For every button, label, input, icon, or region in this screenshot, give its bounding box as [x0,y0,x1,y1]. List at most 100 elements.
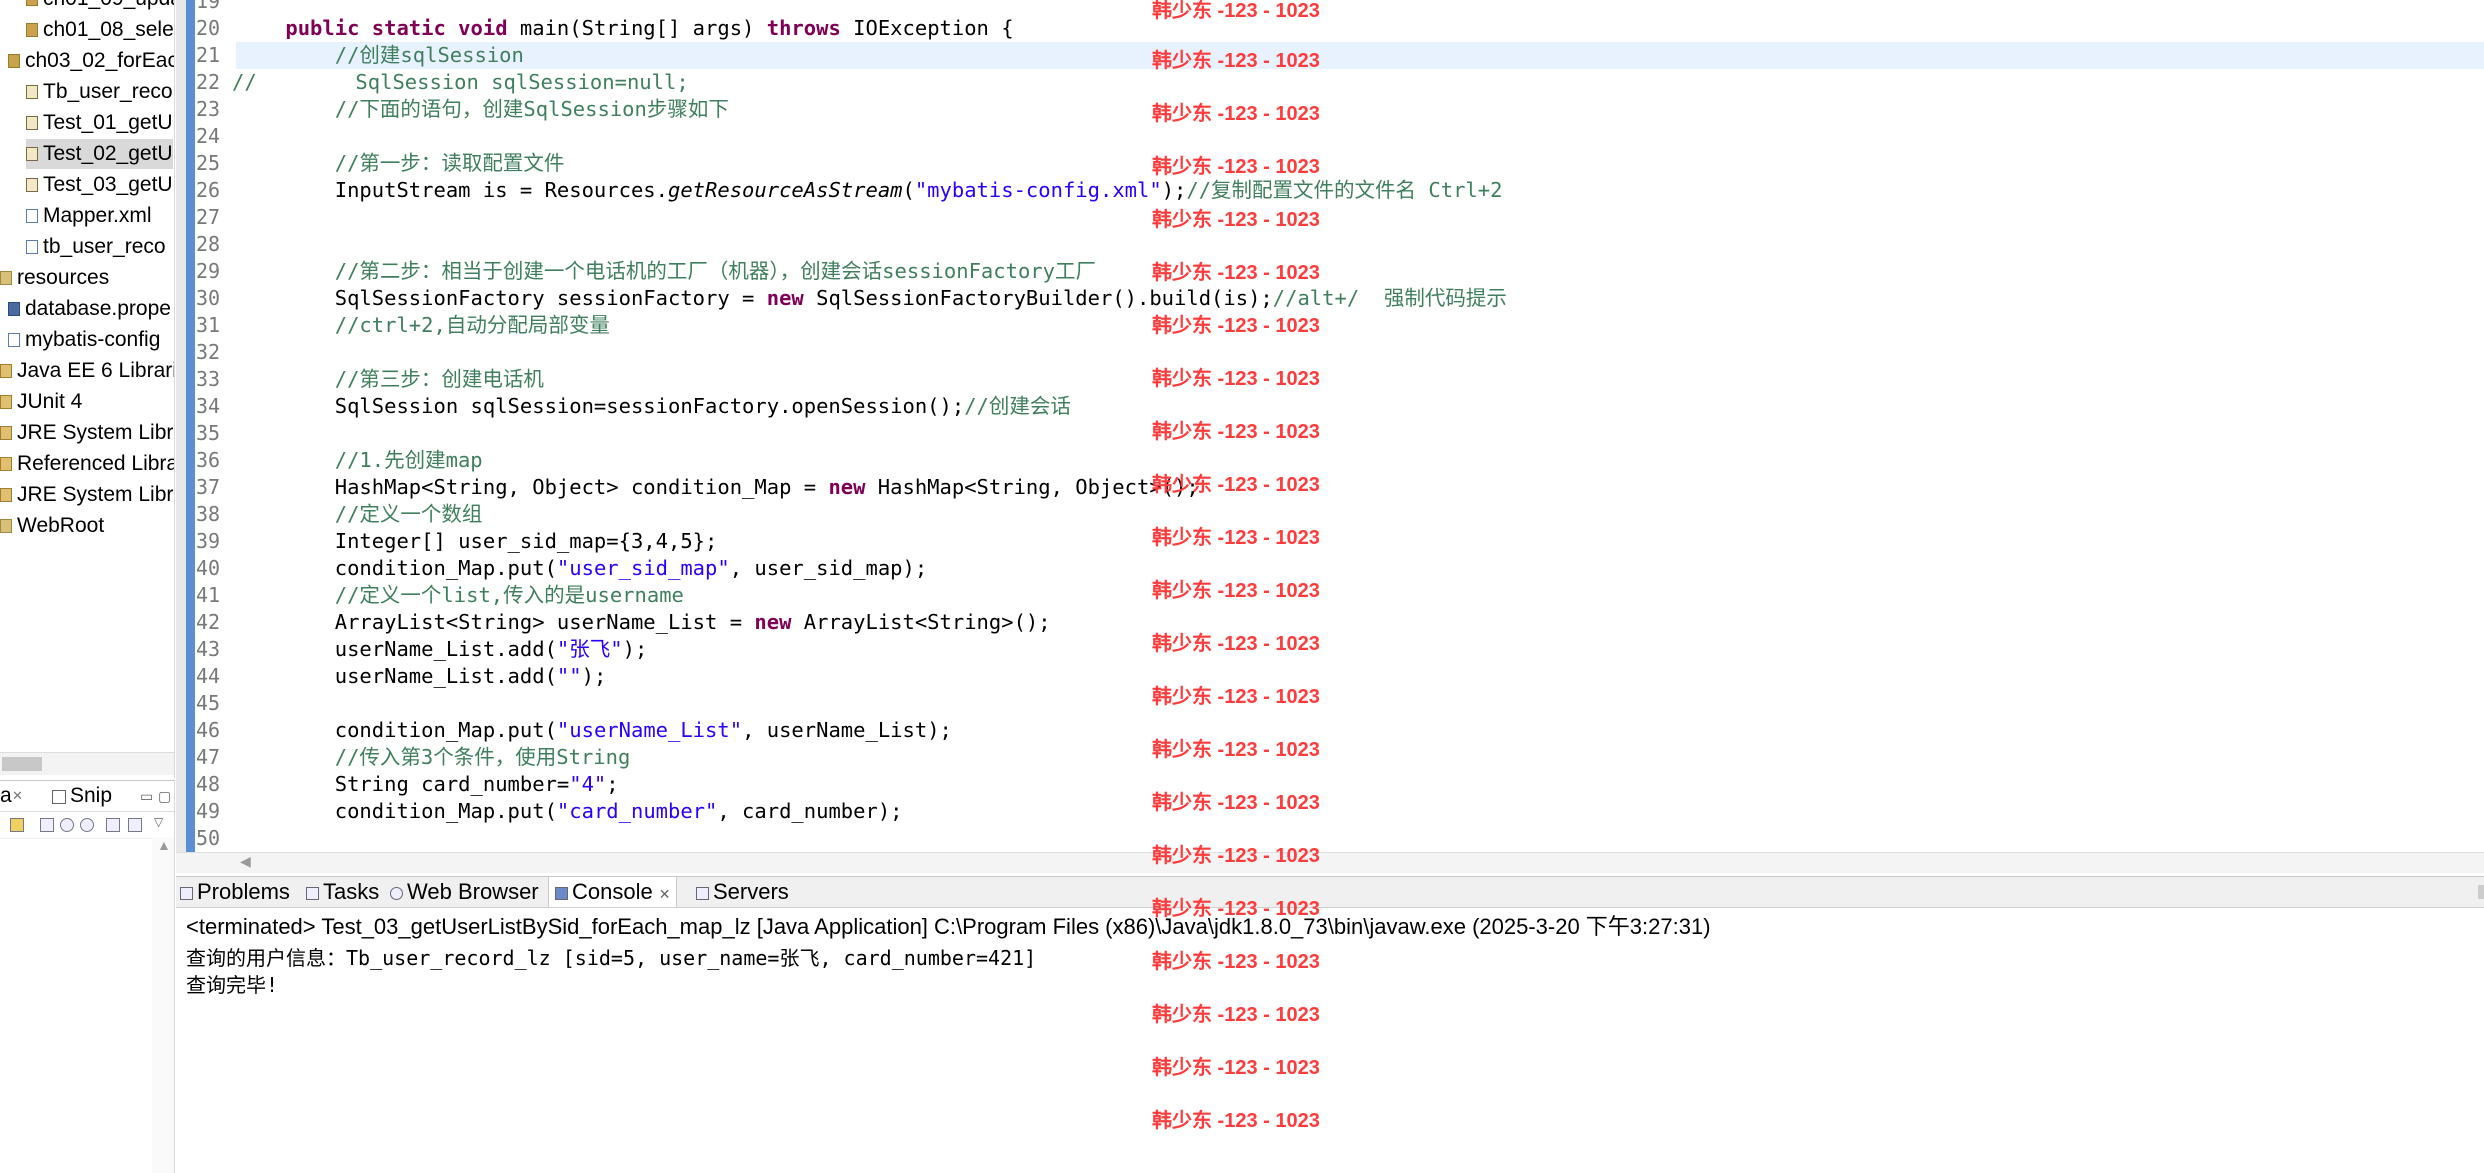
tree-item[interactable]: WebRoot [0,511,104,541]
tab-web-browser[interactable]: Web Browser [390,877,539,907]
code-line[interactable]: SqlSession sqlSession=sessionFactory.ope… [236,393,2484,420]
tree-item[interactable]: JRE System Libra [0,418,175,448]
tasks-icon [306,886,319,900]
tree-item[interactable]: Referenced Libra [0,449,174,479]
maximize-icon[interactable]: ▢ [158,781,171,811]
tree-item[interactable]: Mapper.xml [26,201,152,231]
tab-partial[interactable]: a [0,781,12,811]
code-line[interactable]: // SqlSession sqlSession=null; [176,69,2484,96]
tree-item-label: JUnit 4 [17,390,83,413]
code-line[interactable]: InputStream is = Resources.getResourceAs… [236,177,2484,204]
line-number: 29 [196,259,221,283]
line-number: 49 [196,799,221,823]
zoom-out-icon[interactable] [60,818,74,832]
xml-file-icon [26,240,38,255]
code-line[interactable]: //下面的语句，创建SqlSession步骤如下 [236,96,2484,123]
line-number: 27 [196,205,221,229]
tree-item[interactable]: ch01_09_updat [26,0,174,14]
code-line[interactable]: //定义一个list,传入的是username [236,582,2484,609]
library-icon [0,395,12,410]
code-line[interactable]: //第一步：读取配置文件 [236,150,2484,177]
servers-icon [696,886,709,900]
image-icon[interactable] [40,818,54,832]
line-number: 31 [196,313,221,337]
tree-item-label: resources [17,266,110,289]
tree-item[interactable]: Java EE 6 Librarie [0,356,174,386]
code-line[interactable]: //1.先创建map [236,447,2484,474]
tree-item-label: JRE System Libra [17,421,175,444]
library-icon [0,364,12,379]
snippets-toolbar: ▽ [0,812,174,839]
close-icon[interactable]: ✕ [659,886,671,902]
minimize-icon[interactable]: ▭ [140,781,153,811]
scroll-up-icon[interactable]: ▲ [157,837,171,853]
tree-item[interactable]: database.prope [8,294,171,324]
tree-item-label: tb_user_reco [43,235,166,258]
editor-horizontal-scrollbar[interactable]: ◀ [176,852,2484,873]
snippets-panel: a ✕ Snip ▭ ▢ ▽ ▲ [0,780,175,1173]
code-line[interactable]: condition_Map.put("userName_List", userN… [236,717,2484,744]
tree-item[interactable]: Tb_user_reco [26,77,173,107]
tree-item[interactable]: Test_03_getU [26,170,173,200]
code-line[interactable]: //第三步：创建电话机 [236,366,2484,393]
tree-item[interactable]: JUnit 4 [0,387,82,417]
console-output-line: 查询的用户信息：Tb_user_record_lz [sid=5, user_n… [186,946,1037,970]
tree-item[interactable]: Test_02_getU [26,139,173,169]
line-number: 40 [196,556,221,580]
line-number: 39 [196,529,221,553]
close-icon[interactable]: ✕ [12,781,23,811]
fit-icon[interactable] [128,818,142,832]
line-number: 28 [196,232,221,256]
tree-item[interactable]: Test_01_getU [26,108,173,138]
scroll-left-icon[interactable]: ◀ [240,853,251,870]
tree-item[interactable]: JRE System Libra [0,480,174,510]
line-number: 47 [196,745,221,769]
code-line[interactable]: condition_Map.put("user_sid_map", user_s… [236,555,2484,582]
code-line[interactable]: //第二步：相当于创建一个电话机的工厂（机器），创建会话sessionFacto… [236,258,2484,285]
tree-item[interactable]: mybatis-config [8,325,160,355]
tree-item-label: Test_02_getU [43,142,173,165]
code-line[interactable]: String card_number="4"; [236,771,2484,798]
zoom-in-icon[interactable] [80,818,94,832]
code-line[interactable]: HashMap<String, Object> condition_Map = … [236,474,2484,501]
code-line[interactable]: userName_List.add("张飞"); [236,636,2484,663]
code-line-current[interactable]: //创建sqlSession [236,42,2484,69]
line-number: 25 [196,151,221,175]
explorer-horizontal-scrollbar[interactable] [0,752,174,775]
code-line[interactable]: condition_Map.put("card_number", card_nu… [236,798,2484,825]
snippets-vertical-scrollbar[interactable]: ▲ [152,837,174,1173]
code-line[interactable]: //ctrl+2,自动分配局部变量 [236,312,2484,339]
tree-item[interactable]: resources [0,263,109,293]
tree-item-label: ch01_08_select [43,18,174,41]
line-number: 37 [196,475,221,499]
tab-tasks[interactable]: Tasks [306,877,379,907]
code-line[interactable]: //定义一个数组 [236,501,2484,528]
tab-servers[interactable]: Servers [696,877,789,907]
view-menu-icon[interactable]: ▽ [154,815,163,829]
code-line[interactable]: //传入第3个条件，使用String [236,744,2484,771]
tree-item[interactable]: ch03_02_forEac [8,46,174,76]
console-icon [555,886,568,900]
library-icon [0,488,12,503]
tab-problems[interactable]: Problems [180,877,290,907]
line-number: 19 [196,0,221,13]
tree-item[interactable]: ch01_08_select [26,15,174,45]
tab-snippets[interactable]: Snip [70,781,112,811]
code-line[interactable]: Integer[] user_sid_map={3,4,5}; [236,528,2484,555]
tree-item[interactable]: tb_user_reco [26,232,166,262]
new-snippet-icon[interactable] [10,818,24,832]
code-line[interactable]: public static void main(String[] args) t… [236,15,2484,42]
line-number: 24 [196,124,221,148]
code-line[interactable]: SqlSessionFactory sessionFactory = new S… [236,285,2484,312]
scrollbar-thumb[interactable] [2,757,42,771]
layout-icon[interactable] [106,818,120,832]
line-number: 20 [196,16,221,40]
console-output: 查询的用户信息：Tb_user_record_lz [sid=5, user_n… [186,945,1036,999]
code-line[interactable]: ArrayList<String> userName_List = new Ar… [236,609,2484,636]
code-line[interactable]: userName_List.add(""); [236,663,2484,690]
bottom-tab-bar: Problems Tasks Web Browser Console ✕ Serv… [176,877,2484,908]
java-file-icon [26,147,38,162]
code-editor[interactable]: 19 20 21 22 23 24 25 26 27 28 29 30 31 32 33 34 35 36 37 38… [176,0,2484,854]
tab-console[interactable]: Console ✕ [548,877,678,907]
tree-item-label: database.prope [25,297,171,320]
